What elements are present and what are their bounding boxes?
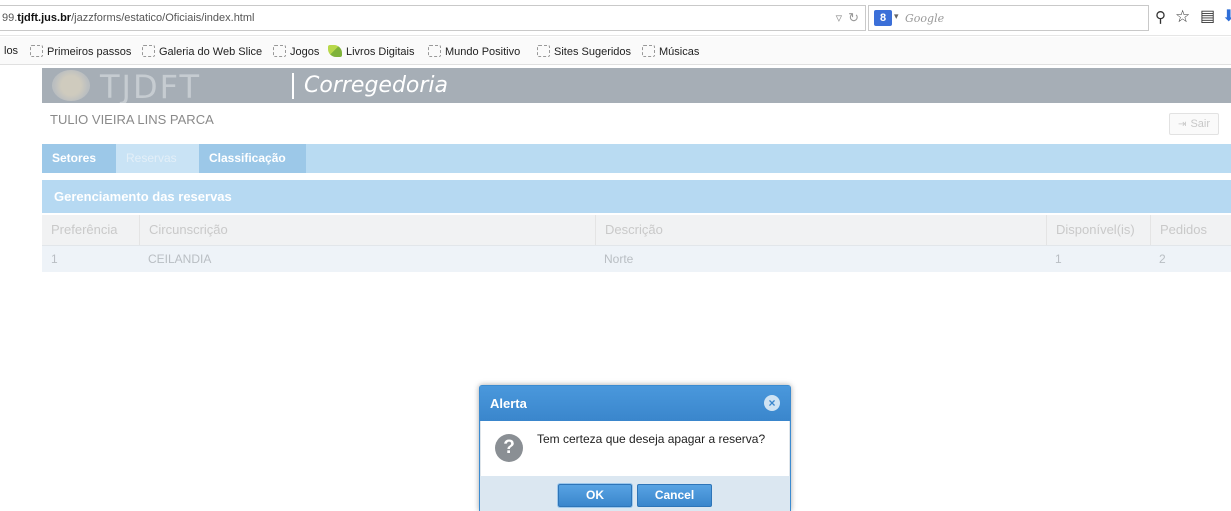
column-header[interactable]: Descrição [595,215,1046,245]
search-icon[interactable]: ⚲ [1155,8,1166,26]
bookmark-item[interactable]: Galeria do Web Slice [142,45,262,58]
divider [292,73,294,99]
dialog-body: ? Tem certeza que deseja apagar a reserv… [480,421,790,476]
folder-icon [428,45,441,57]
address-bar[interactable]: 99.tjdft.jus.br/jazzforms/estatico/Ofici… [0,5,866,31]
table-header: Preferência Circunscrição Descrição Disp… [42,215,1231,245]
table-cell: CEILANDIA [148,252,212,266]
logout-icon: ⇥ [1178,119,1187,130]
table-cell: 1 [1055,252,1062,266]
column-header[interactable]: Circunscrição [139,215,595,245]
dialog-message: Tem certeza que deseja apagar a reserva? [537,432,766,446]
bookmark-item[interactable]: Livros Digitais [328,45,414,58]
table-cell: 1 [51,252,58,266]
app-title: Corregedoria [304,73,449,98]
cancel-button[interactable]: Cancel [637,484,712,507]
folder-icon [642,45,655,57]
user-name: TULIO VIEIRA LINS PARCA [50,112,214,127]
folder-icon [537,45,550,57]
search-placeholder: Google [905,12,945,25]
tab-classificacao[interactable]: Classificação [199,144,306,173]
tab-bar: Setores Reservas Classificação [42,144,1231,173]
reload-icon[interactable]: ↻ [848,10,859,25]
table-cell: 2 [1159,252,1166,266]
bookmarks-menu-icon[interactable]: ▤ [1200,6,1215,26]
bookmark-item[interactable]: Jogos [273,45,319,58]
url-text: 99.tjdft.jus.br/jazzforms/estatico/Ofici… [2,12,255,24]
section-title: Gerenciamento das reservas [42,180,1231,213]
app-header: TJDFT Corregedoria [42,68,1231,103]
alert-dialog: Alerta × ? Tem certeza que deseja apagar… [479,385,791,511]
bookmark-item[interactable]: Sites Sugeridos [537,45,631,58]
table-row[interactable]: 1 CEILANDIA Norte 1 2 [42,245,1231,272]
tab-reservas[interactable]: Reservas [116,144,199,173]
url-icons: ▿ ↻ [830,10,859,26]
table-cell: Norte [604,252,634,266]
star-icon[interactable]: ☆ [1175,7,1190,27]
dialog-header: Alerta × [480,386,790,421]
seal-icon [52,70,90,101]
column-header[interactable]: Pedidos [1150,215,1231,245]
google-icon[interactable]: 8 [874,10,892,26]
column-header[interactable]: Disponível(is) [1046,215,1150,245]
folder-icon [273,45,286,57]
bookmark-item[interactable]: Músicas [642,45,699,58]
folder-icon [30,45,43,57]
bookmark-item[interactable]: los [4,45,18,57]
logout-button[interactable]: ⇥ Sair [1169,113,1219,135]
leaf-icon [328,45,342,57]
browser-toolbar: 99.tjdft.jus.br/jazzforms/estatico/Ofici… [0,0,1231,36]
close-icon[interactable]: × [764,395,780,411]
dropdown-arrow-icon[interactable]: ▿ [836,10,843,25]
dialog-footer: OK Cancel [480,476,790,511]
download-icon[interactable]: ⬇ [1222,6,1231,26]
folder-icon [142,45,155,57]
bookmark-item[interactable]: Mundo Positivo [428,45,520,58]
tab-setores[interactable]: Setores [42,144,116,173]
brand-logo: TJDFT [100,68,202,103]
reservations-table: Preferência Circunscrição Descrição Disp… [42,215,1231,272]
search-box[interactable]: 8 ▾ Google [868,5,1149,31]
ok-button[interactable]: OK [558,484,632,507]
chevron-down-icon[interactable]: ▾ [894,11,899,22]
user-bar: TULIO VIEIRA LINS PARCA ⇥ Sair [42,103,1231,143]
column-header[interactable]: Preferência [42,215,139,245]
question-icon: ? [495,434,523,462]
dialog-title: Alerta [490,396,527,411]
bookmark-item[interactable]: Primeiros passos [30,45,131,58]
bookmarks-toolbar: los Primeiros passos Galeria do Web Slic… [0,37,1231,65]
